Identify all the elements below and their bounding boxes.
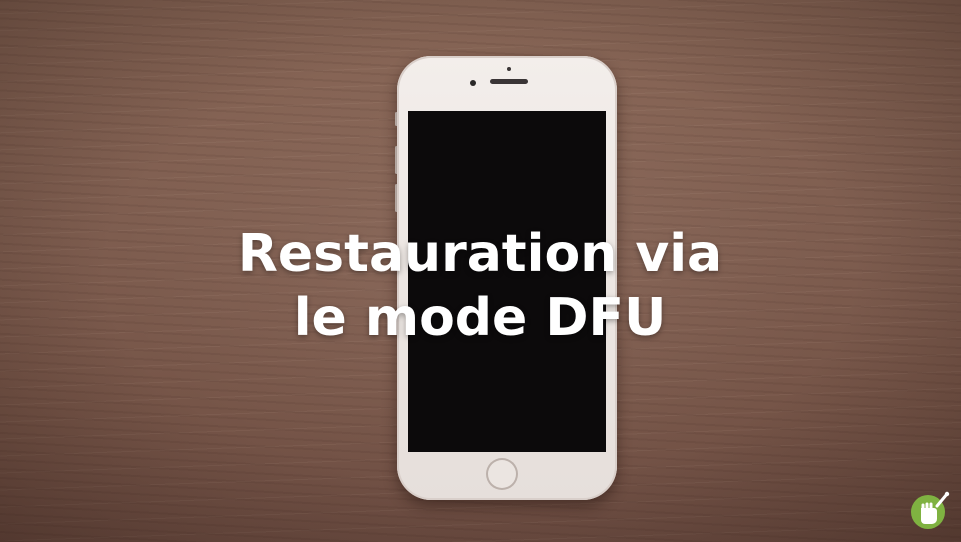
front-camera-icon	[470, 80, 476, 86]
video-frame: Restauration via le mode DFU	[0, 0, 961, 542]
home-button	[486, 458, 518, 490]
title-line-1: Restauration via	[237, 224, 723, 284]
earpiece-speaker	[490, 79, 528, 84]
fist-logo-icon	[911, 491, 950, 529]
video-title: Restauration via le mode DFU	[180, 222, 780, 350]
proximity-sensor	[507, 67, 511, 71]
title-line-2: le mode DFU	[293, 288, 667, 348]
